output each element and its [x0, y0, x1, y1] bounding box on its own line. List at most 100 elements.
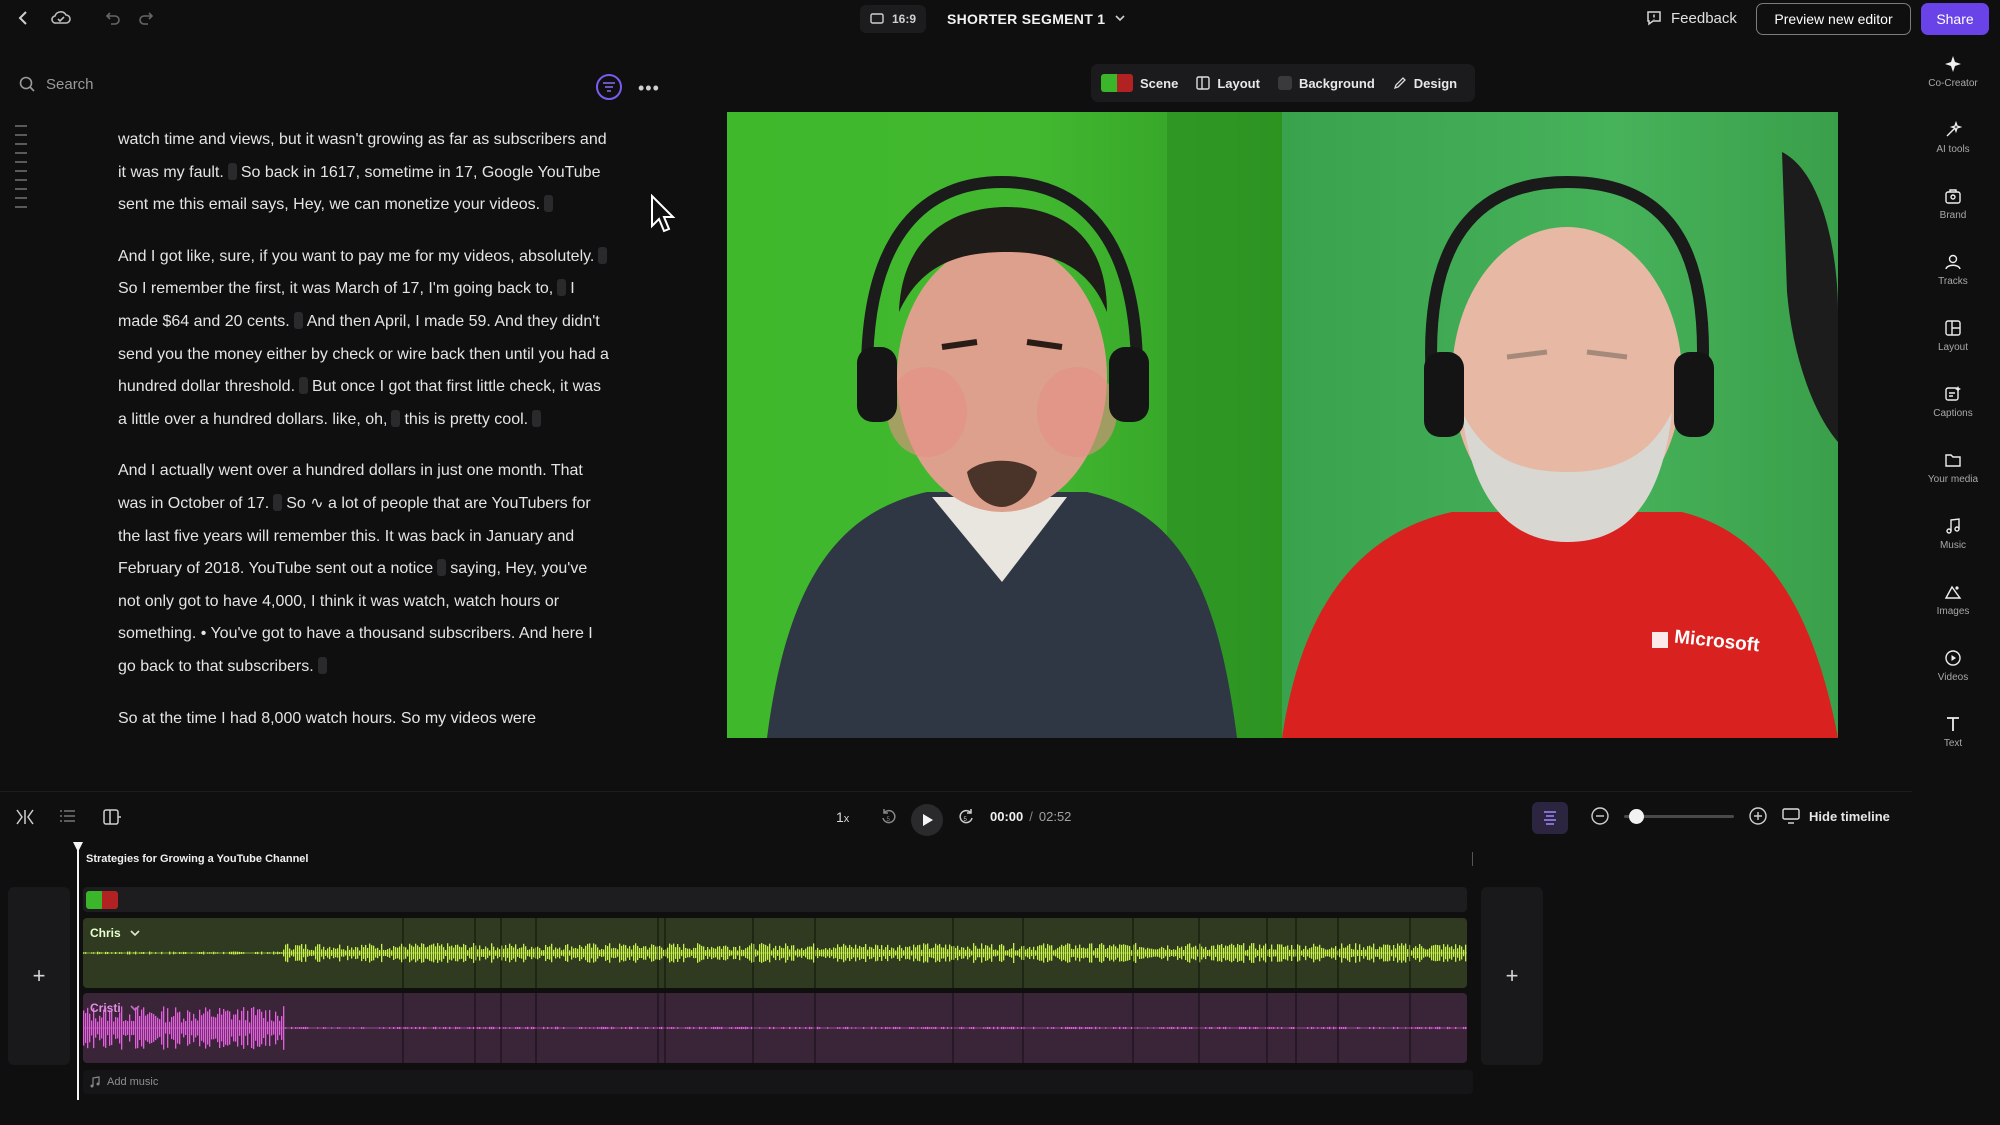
transcript-paragraph[interactable]: And I actually went over a hundred dolla… — [118, 455, 613, 683]
zoom-slider-handle[interactable] — [1628, 808, 1644, 824]
transcript-paragraph[interactable]: watch time and views, but it wasn't grow… — [118, 124, 613, 222]
rail-music[interactable]: Music — [1910, 517, 1996, 583]
rail-videos[interactable]: Videos — [1910, 649, 1996, 715]
transcript-sentence[interactable]: saying, Hey, you've not only got to have… — [118, 560, 593, 675]
split-view-icon[interactable] — [15, 808, 35, 826]
transcript-sentence[interactable]: So I remember the first, it was March of… — [118, 280, 553, 297]
transcript-paragraph[interactable]: And I got like, sure, if you want to pay… — [118, 241, 613, 437]
add-track-before-button[interactable]: + — [8, 887, 70, 1065]
transcript-text[interactable]: watch time and views, but it wasn't grow… — [118, 124, 613, 792]
chevron-down-icon[interactable] — [129, 928, 141, 938]
waveform-bar — [813, 943, 815, 963]
waveform-bar — [1309, 948, 1311, 958]
rail-images[interactable]: Images — [1910, 583, 1996, 649]
rail-your-media[interactable]: Your media — [1910, 451, 1996, 517]
rewind-5-icon[interactable]: 5 — [880, 808, 898, 826]
track-name-chris[interactable]: Chris — [90, 926, 141, 940]
rail-captions[interactable]: Captions — [1910, 385, 1996, 451]
waveform-bar — [1005, 950, 1007, 956]
back-arrow-icon[interactable] — [15, 9, 33, 27]
composition-title[interactable]: Strategies for Growing a YouTube Channel — [86, 853, 308, 865]
zoom-out-icon[interactable] — [1590, 806, 1610, 826]
background-button[interactable]: Background — [1277, 76, 1375, 91]
playhead[interactable] — [77, 842, 79, 1100]
waveform-bar — [881, 945, 883, 961]
track-name-cristi[interactable]: Cristi — [90, 1001, 141, 1015]
audio-track-cristi[interactable]: Cristi — [83, 993, 1467, 1063]
pause-marker[interactable] — [437, 559, 447, 577]
layout-button[interactable]: Layout — [1196, 76, 1260, 91]
waveform-bar — [565, 945, 567, 961]
playback-speed[interactable]: 1x — [836, 809, 849, 825]
pause-marker[interactable] — [299, 377, 309, 395]
project-title[interactable]: SHORTER SEGMENT 1 — [947, 11, 1105, 27]
scene-button[interactable]: Scene — [1101, 74, 1178, 92]
design-button[interactable]: Design — [1393, 76, 1457, 91]
waveform-bar — [699, 1026, 701, 1030]
waveform-bar — [739, 1027, 741, 1029]
waveform-bar — [927, 943, 929, 963]
rail-co-creator[interactable]: Co-Creator — [1910, 55, 1996, 121]
transcript-paragraph[interactable]: So at the time I had 8,000 watch hours. … — [118, 703, 613, 736]
zoom-slider[interactable] — [1624, 808, 1734, 824]
undo-icon[interactable] — [103, 9, 121, 27]
forward-5-icon[interactable]: 5 — [957, 808, 975, 826]
chevron-down-icon[interactable] — [1113, 11, 1127, 25]
rail-brand[interactable]: Brand — [1910, 187, 1996, 253]
waveform-bar — [595, 944, 597, 962]
playhead-handle[interactable] — [73, 842, 83, 852]
waveform-bar — [759, 944, 761, 962]
feedback-button[interactable]: Feedback — [1645, 9, 1737, 27]
filter-button[interactable] — [596, 74, 622, 100]
rail-layout[interactable]: Layout — [1910, 319, 1996, 385]
rail-tracks[interactable]: Tracks — [1910, 253, 1996, 319]
pause-marker[interactable] — [227, 162, 237, 180]
chevron-down-icon[interactable] — [129, 1003, 141, 1013]
panel-toggle-icon[interactable] — [102, 808, 122, 826]
more-options-icon[interactable]: ••• — [638, 78, 660, 99]
zoom-in-icon[interactable] — [1748, 806, 1768, 826]
add-track-after-button[interactable]: + — [1481, 887, 1543, 1065]
add-music-button[interactable]: Add music — [83, 1070, 1473, 1094]
waveform-bar — [139, 952, 141, 954]
caption-style-button[interactable] — [1532, 802, 1568, 834]
waveform-bar — [375, 948, 377, 958]
redo-icon[interactable] — [138, 9, 156, 27]
waveform-bar — [975, 945, 977, 961]
pause-marker[interactable] — [317, 656, 327, 674]
transcript-outline[interactable] — [15, 125, 27, 215]
transcript-sentence[interactable]: And I got like, sure, if you want to pay… — [118, 248, 594, 265]
pause-marker[interactable] — [391, 409, 401, 427]
hide-timeline-button[interactable]: Hide timeline — [1782, 808, 1890, 824]
waveform-bar — [1245, 1027, 1247, 1029]
pause-marker[interactable] — [532, 409, 542, 427]
audio-track-chris[interactable]: Chris — [83, 918, 1467, 988]
preview-new-editor-button[interactable]: Preview new editor — [1756, 3, 1911, 35]
waveform-bar — [479, 945, 481, 961]
waveform-bar — [1219, 945, 1221, 961]
play-button[interactable] — [911, 804, 943, 836]
waveform-bar — [1217, 944, 1219, 962]
waveform-bar — [1447, 1026, 1449, 1030]
cloud-saved-icon[interactable] — [50, 9, 72, 27]
waveform-bar — [1099, 1027, 1101, 1029]
scene-track[interactable] — [83, 887, 1467, 912]
transcript-search[interactable]: Search — [18, 75, 94, 93]
waveform-bar — [1255, 948, 1257, 958]
list-view-icon[interactable] — [59, 808, 77, 824]
pause-marker[interactable] — [293, 311, 303, 329]
video-preview[interactable]: Microsoft — [727, 112, 1838, 738]
pause-marker[interactable] — [544, 195, 554, 213]
waveform-bar — [441, 944, 443, 962]
transcript-sentence[interactable]: this is pretty cool. — [404, 411, 528, 428]
transcript-sentence[interactable]: So at the time I had 8,000 watch hours. … — [118, 710, 536, 727]
rail-ai-tools[interactable]: AI tools — [1910, 121, 1996, 187]
share-button[interactable]: Share — [1921, 3, 1989, 35]
pause-marker[interactable] — [557, 279, 567, 297]
waveform-bar — [309, 950, 311, 956]
pause-marker[interactable] — [273, 493, 283, 511]
waveform-bar — [1273, 1027, 1275, 1029]
waveform-bar — [875, 944, 877, 962]
pause-marker[interactable] — [598, 246, 608, 264]
rail-text[interactable]: Text — [1910, 715, 1996, 781]
